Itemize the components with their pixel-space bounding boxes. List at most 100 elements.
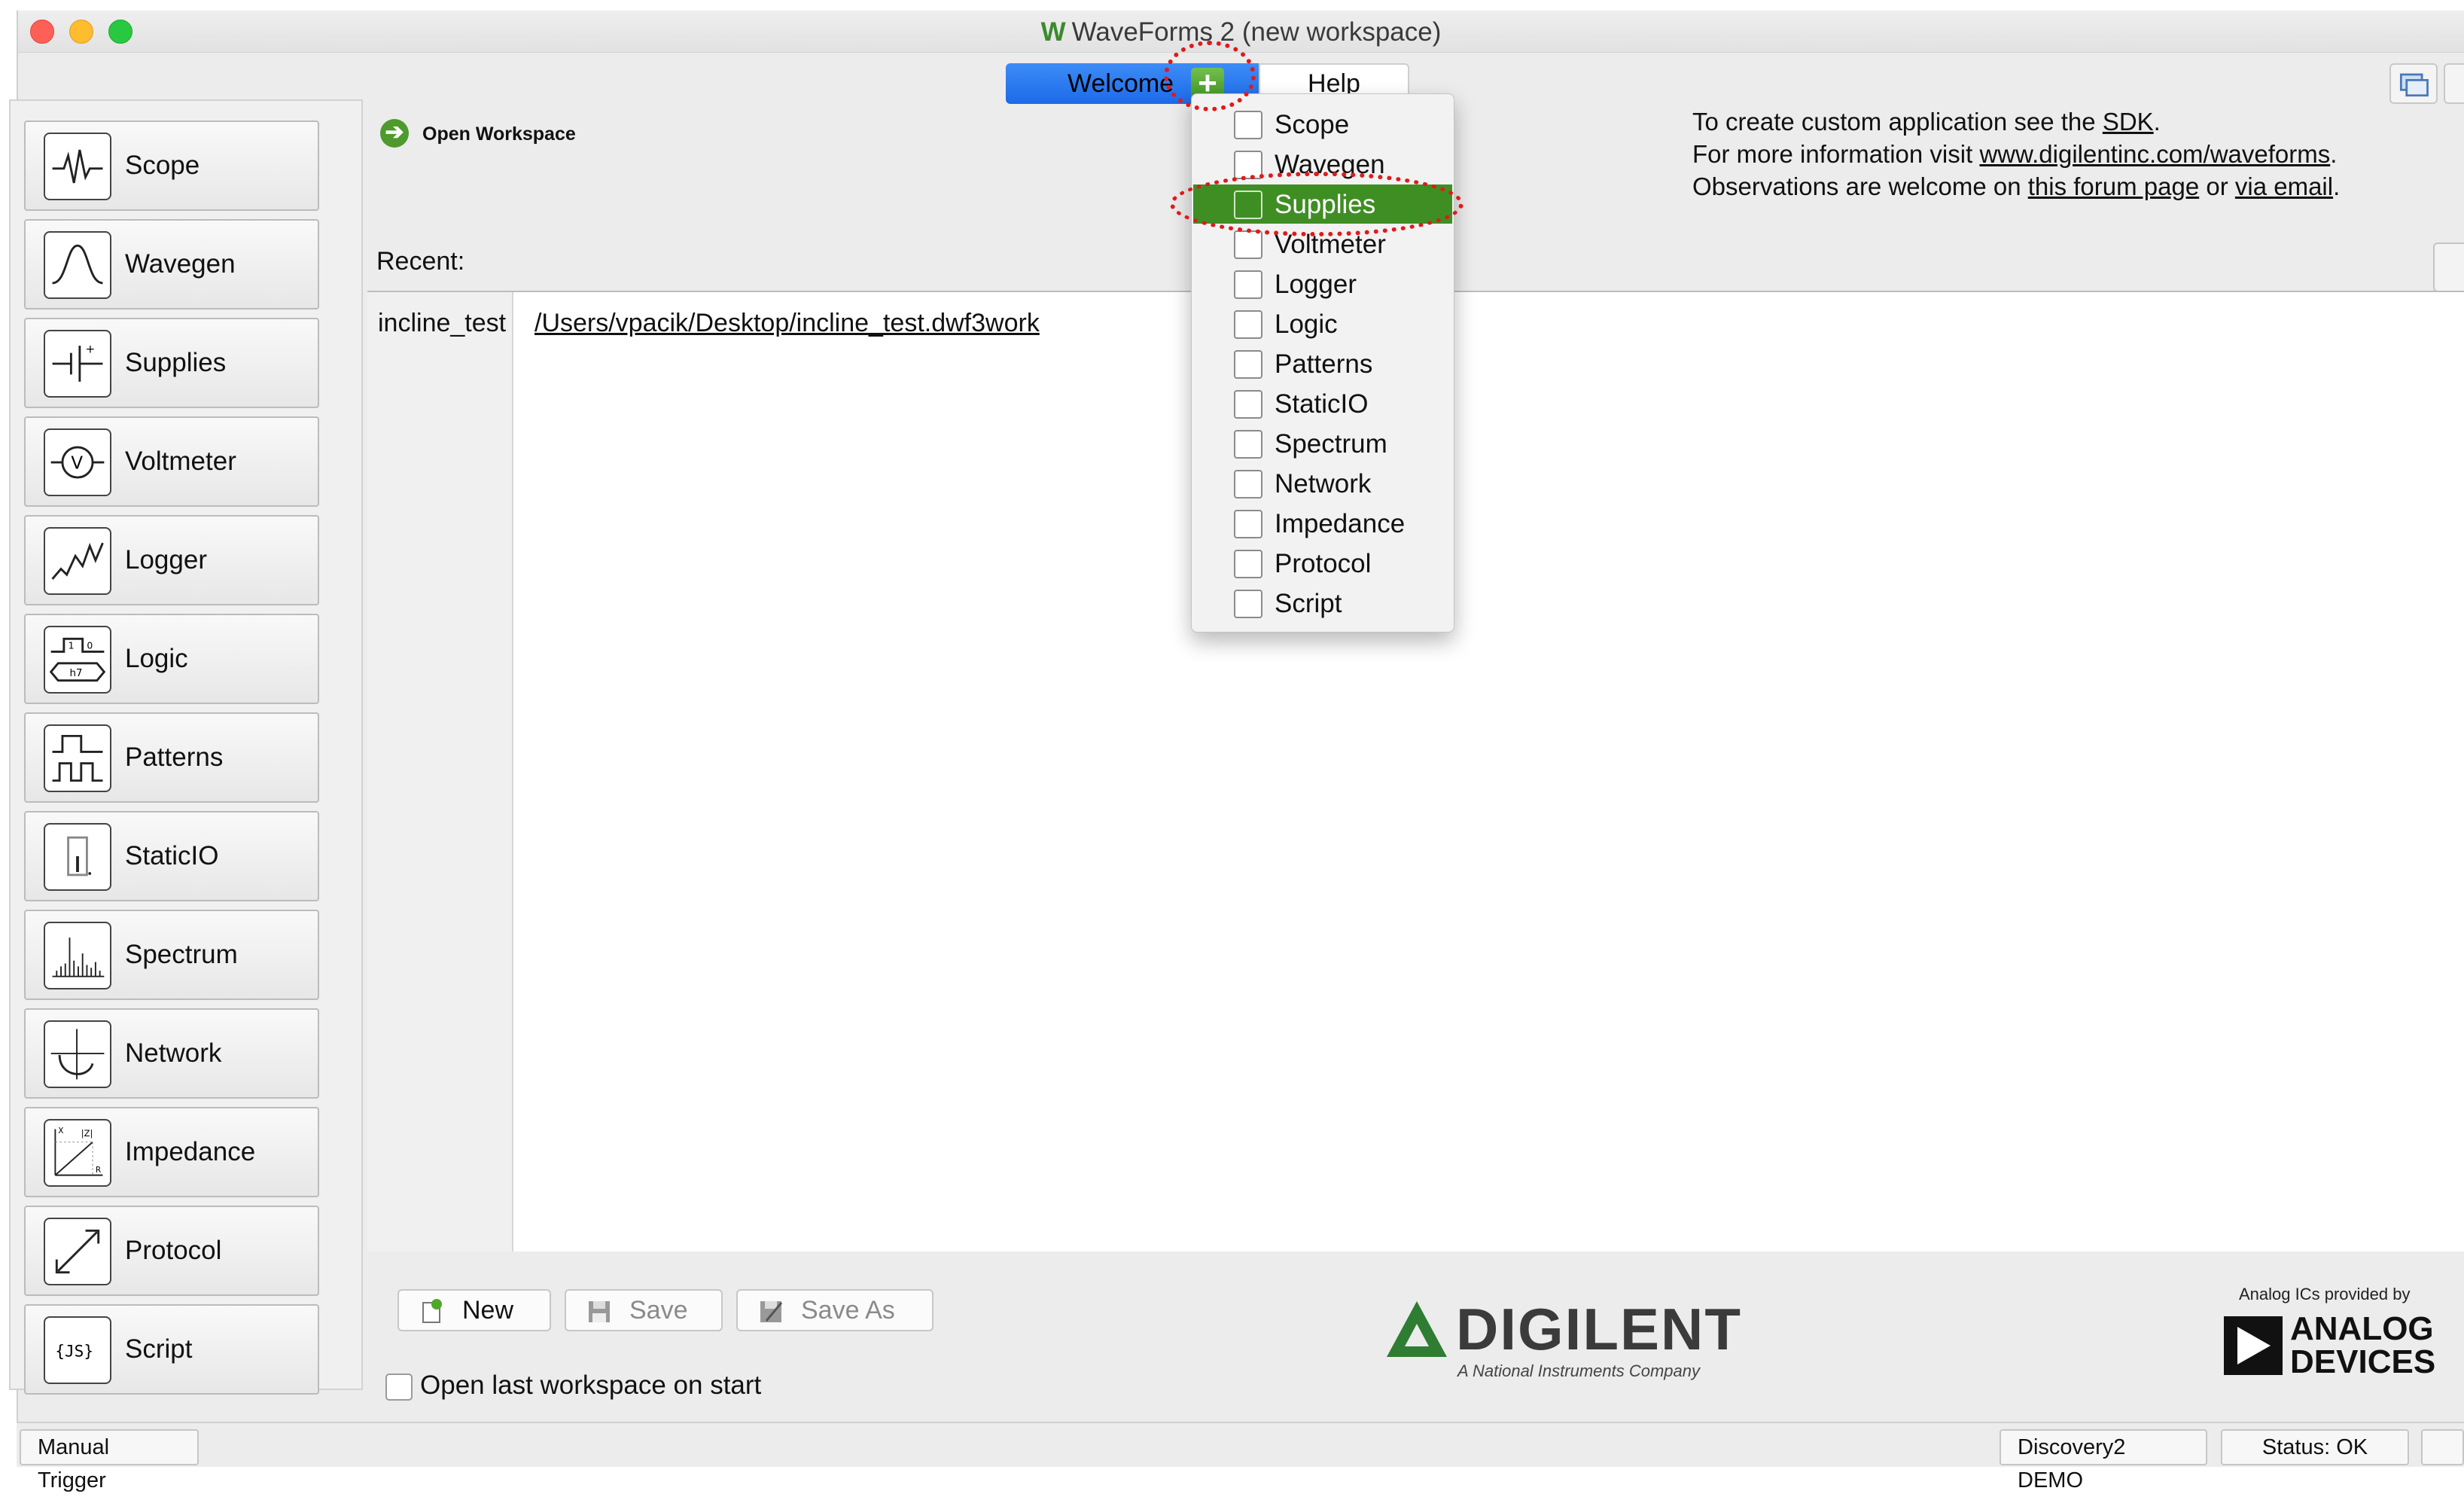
save-as-button-label: Save As [801,1296,895,1325]
menu-item-label: Scope [1275,110,1350,139]
menu-item-protocol[interactable]: Protocol [1193,544,1452,583]
spectrum-icon [44,922,111,989]
svg-text:V: V [71,454,83,474]
info-text: To create custom application see the SDK… [1692,105,2340,203]
network-icon [44,1020,111,1088]
menu-item-supplies[interactable]: Supplies [1193,184,1452,224]
ad-play-icon [2224,1316,2283,1375]
script-icon: {JS} [44,1316,111,1384]
instrument-panel: Scope Wavegen + Supplies V Voltmeter Log… [9,99,363,1395]
menu-item-staticio[interactable]: StaticIO [1193,384,1452,423]
manual-trigger-button[interactable]: Manual Trigger [20,1429,199,1492]
info-text-segment: To create custom application see the [1692,108,2103,136]
supplies-icon: + [44,330,111,398]
menu-item-label: Wavegen [1275,150,1385,179]
open-last-workspace-checkbox[interactable] [385,1374,413,1401]
svg-text:|Z|: |Z| [81,1128,93,1139]
website-link[interactable]: www.digilentinc.com/waveforms [1979,140,2330,168]
instrument-button-protocol[interactable]: Protocol [24,1206,319,1296]
svg-text:X: X [58,1127,63,1136]
instrument-label: Logic [125,644,188,673]
instrument-button-staticio[interactable]: StaticIO [24,811,319,901]
digilent-wordmark: DIGILENT [1456,1296,1742,1362]
instrument-label: Spectrum [125,940,238,969]
instrument-button-wavegen[interactable]: Wavegen [24,219,319,309]
instrument-button-script[interactable]: {JS} Script [24,1304,319,1395]
svg-text:0: 0 [87,640,93,651]
forum-link[interactable]: this forum page [2028,172,2199,200]
gear-icon[interactable] [2421,1429,2464,1465]
impedance-icon [1234,510,1262,538]
menu-item-patterns[interactable]: Patterns [1193,344,1452,383]
menu-item-spectrum[interactable]: Spectrum [1193,424,1452,463]
save-button[interactable]: Save [565,1289,723,1331]
sdk-link[interactable]: SDK [2103,108,2154,136]
instrument-button-patterns[interactable]: Patterns [24,712,319,803]
gear-icon[interactable] [2433,242,2464,292]
instrument-button-supplies[interactable]: + Supplies [24,318,319,408]
menu-item-voltmeter[interactable]: Voltmeter [1193,224,1452,264]
instrument-label: Voltmeter [125,447,236,476]
digilent-logo: DIGILENT A National Instruments Company [1382,1292,1744,1383]
instrument-button-spectrum[interactable]: Spectrum [24,910,319,1000]
info-line-website: For more information visit www.digilenti… [1692,138,2340,170]
status-indicator: Status: OK [2221,1429,2409,1465]
recent-item-path-link[interactable]: /Users/vpacik/Desktop/incline_test.dwf3w… [535,309,1040,338]
floppy-disk-icon [589,1301,610,1322]
menu-item-label: Impedance [1275,509,1406,538]
new-document-icon [422,1299,442,1323]
menu-item-logic[interactable]: Logic [1193,304,1452,343]
new-button[interactable]: New [397,1289,551,1331]
window-title-text: WaveForms 2 (new workspace) [1071,17,1442,47]
patterns-icon [44,724,111,792]
menu-item-network[interactable]: Network [1193,464,1452,503]
logger-icon [1234,270,1262,299]
menu-item-script[interactable]: Script [1193,584,1452,623]
analog-devices-logo: Analog ICs provided by ANALOG DEVICES [2219,1285,2438,1383]
voltmeter-icon [1234,230,1262,259]
svg-text:1: 1 [69,640,75,651]
menu-item-label: Supplies [1275,190,1376,219]
voltmeter-icon: V [44,428,111,496]
window-split-button[interactable] [2444,63,2464,104]
wavegen-icon [1234,151,1262,179]
window-layout-button[interactable] [2389,63,2438,104]
info-text-segment: . [2153,108,2161,136]
save-as-icon [760,1301,783,1322]
instrument-label: Script [125,1334,193,1364]
menu-item-label: Patterns [1275,349,1373,379]
window-title: W WaveForms 2 (new workspace) [18,17,2464,47]
instrument-label: Logger [125,545,207,575]
windows-icon [2399,73,2429,97]
open-workspace-label: Open Workspace [422,123,576,145]
menu-item-logger[interactable]: Logger [1193,264,1452,303]
menu-item-scope[interactable]: Scope [1193,105,1452,144]
info-text-segment: . [2330,140,2338,168]
menu-item-label: Script [1275,589,1342,618]
svg-text:{JS}: {JS} [55,1342,93,1361]
menu-item-label: Voltmeter [1275,230,1386,259]
arrow-right-icon: ➔ [380,119,409,148]
logic-icon: 1 0 h7 [44,626,111,694]
title-bar: W WaveForms 2 (new workspace) [18,11,2464,53]
email-link[interactable]: via email [2235,172,2333,200]
menu-item-impedance[interactable]: Impedance [1193,504,1452,543]
instrument-button-voltmeter[interactable]: V Voltmeter [24,416,319,507]
instrument-label: Scope [125,151,200,180]
instrument-label: Patterns [125,742,224,772]
instrument-button-impedance[interactable]: |Z| X R Impedance [24,1107,319,1197]
instrument-label: Wavegen [125,249,236,279]
instrument-label: Supplies [125,348,227,377]
instrument-button-scope[interactable]: Scope [24,120,319,211]
save-as-button[interactable]: Save As [736,1289,934,1331]
ad-caption: Analog ICs provided by [2239,1285,2411,1303]
instrument-button-network[interactable]: Network [24,1008,319,1099]
new-button-label: New [462,1296,514,1325]
recent-item-name: incline_test [378,309,507,337]
device-name[interactable]: Discovery2 DEMO [2000,1429,2207,1492]
menu-item-wavegen[interactable]: Wavegen [1193,145,1452,184]
instrument-button-logic[interactable]: 1 0 h7 Logic [24,614,319,704]
staticio-icon [44,823,111,891]
menu-item-label: Network [1275,469,1372,498]
instrument-button-logger[interactable]: Logger [24,515,319,605]
